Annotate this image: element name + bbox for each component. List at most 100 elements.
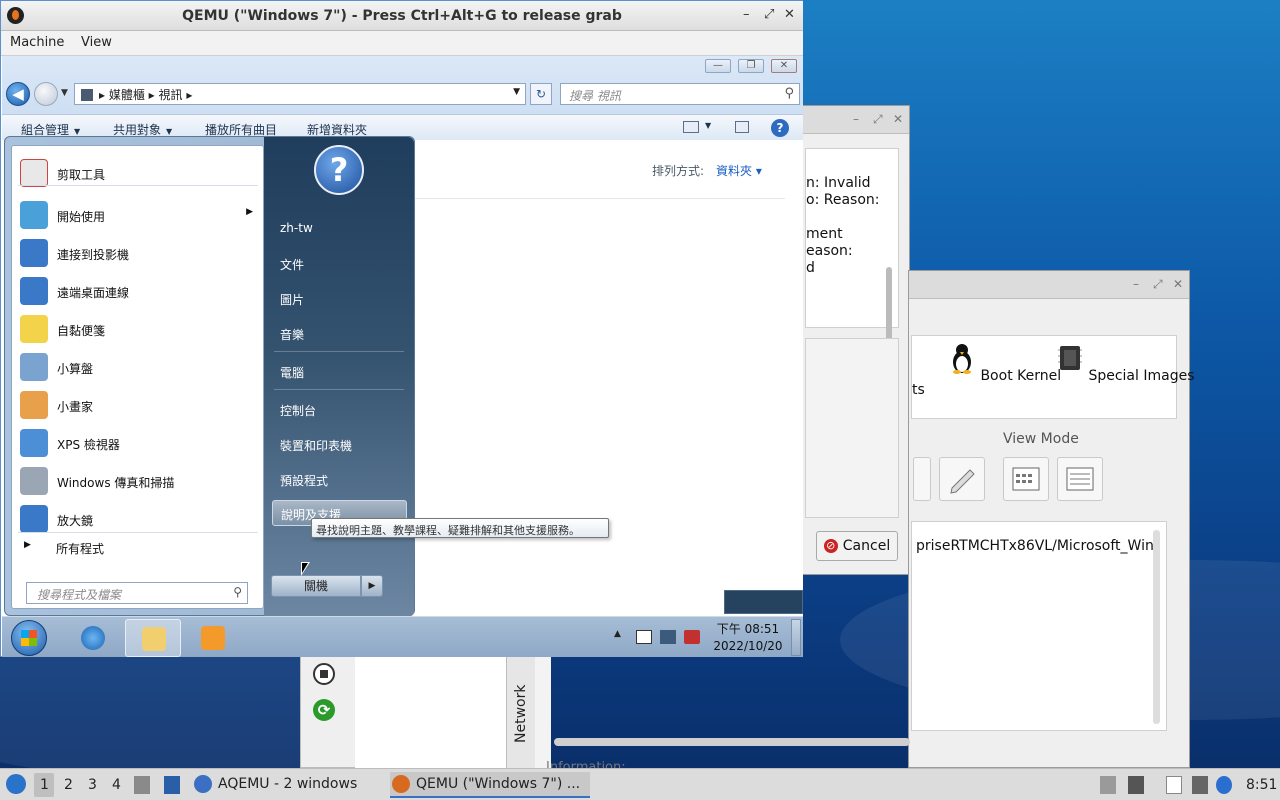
- place-documents[interactable]: 文件: [280, 256, 304, 273]
- refresh-button[interactable]: ↻: [530, 83, 552, 105]
- maximize-button[interactable]: ⤢: [873, 112, 883, 127]
- refresh-icon[interactable]: ⟳: [313, 699, 335, 721]
- settings-button[interactable]: [913, 457, 931, 501]
- tile-special-images[interactable]: Special Images: [1056, 342, 1195, 384]
- shutdown-button[interactable]: 關機: [271, 575, 361, 597]
- application-menu-icon[interactable]: [6, 774, 26, 794]
- taskbar-internet-explorer[interactable]: [65, 619, 121, 657]
- close-button[interactable]: ✕: [1173, 277, 1183, 291]
- folder-icon: [142, 627, 166, 651]
- horizontal-scrollbar[interactable]: [554, 738, 910, 746]
- program-fax-scan[interactable]: Windows 傳真和掃描: [12, 464, 263, 498]
- guest-minimize-button[interactable]: —: [705, 59, 731, 73]
- display-icon[interactable]: [1192, 776, 1208, 794]
- guest-restore-button[interactable]: ❐: [738, 59, 764, 73]
- language-bar[interactable]: [724, 590, 803, 614]
- minimize-button[interactable]: –: [743, 7, 750, 22]
- cancel-button[interactable]: ⊘ Cancel: [816, 531, 898, 561]
- place-music[interactable]: 音樂: [280, 326, 304, 343]
- file-manager-icon[interactable]: [134, 776, 150, 794]
- forward-button[interactable]: [34, 82, 58, 106]
- guest-screen[interactable]: — ❐ ✕ ◀ ▼ ▸ 媒體櫃 ▸ 視訊 ▸ ▼ ↻ 搜尋 視訊 ⚲ 組合管理 ▼…: [2, 56, 803, 657]
- show-desktop-icon[interactable]: [164, 776, 180, 794]
- workspace-1[interactable]: 1: [40, 777, 49, 793]
- program-xps-viewer[interactable]: XPS 檢視器: [12, 426, 263, 460]
- windows-start-button[interactable]: [11, 620, 47, 656]
- tile-partial[interactable]: ts: [912, 382, 925, 398]
- program-magnifier[interactable]: 放大鏡: [12, 502, 263, 536]
- program-sticky-notes[interactable]: 自黏便箋: [12, 312, 263, 346]
- program-remote-desktop[interactable]: 遠端桌面連線: [12, 274, 263, 308]
- view-options-dropdown[interactable]: ▼: [705, 121, 711, 130]
- guest-clock[interactable]: 下午 08:51 2022/10/20: [710, 621, 786, 655]
- address-dropdown[interactable]: ▼: [513, 87, 520, 97]
- host-clock[interactable]: 8:51: [1246, 777, 1277, 793]
- help-icon[interactable]: ?: [771, 119, 789, 137]
- error-text: n: Invalid o: Reason: ment eason: d: [806, 175, 880, 276]
- path-scrollbar[interactable]: [1153, 530, 1160, 724]
- menu-machine[interactable]: Machine: [10, 35, 64, 50]
- volume-icon[interactable]: [1128, 776, 1144, 794]
- show-hidden-icons[interactable]: ▲: [614, 629, 621, 639]
- place-pictures[interactable]: 圖片: [280, 291, 304, 308]
- info-icon[interactable]: [1216, 776, 1232, 794]
- start-search-input[interactable]: 搜尋程式及檔案 ⚲: [26, 582, 248, 604]
- taskbar-explorer[interactable]: [125, 619, 181, 657]
- user-picture-icon[interactable]: ?: [314, 145, 364, 195]
- minimize-button[interactable]: –: [853, 112, 859, 126]
- taskbar-media-player[interactable]: [185, 619, 241, 657]
- workspace-2[interactable]: 2: [64, 777, 73, 793]
- pencil-icon: [950, 469, 975, 494]
- shutdown-options-button[interactable]: ▶: [361, 575, 383, 597]
- qemu-titlebar[interactable]: QEMU ("Windows 7") - Press Ctrl+Alt+G to…: [1, 1, 803, 31]
- program-connect-projector[interactable]: 連接到投影機: [12, 236, 263, 270]
- list-view-button[interactable]: [1057, 457, 1103, 501]
- task-qemu[interactable]: QEMU ("Windows 7") ...: [390, 772, 590, 798]
- program-calculator[interactable]: 小算盤: [12, 350, 263, 384]
- place-devices-printers[interactable]: 裝置和印表機: [280, 437, 352, 454]
- program-getting-started[interactable]: 開始使用 ▶: [12, 198, 263, 232]
- task-aqemu[interactable]: AQEMU - 2 windows: [192, 772, 382, 798]
- host-taskbar: 1 2 3 4 AQEMU - 2 windows QEMU ("Windows…: [0, 768, 1280, 800]
- action-center-flag-icon[interactable]: [636, 630, 652, 644]
- volume-muted-icon[interactable]: [684, 630, 700, 644]
- search-icon[interactable]: ⚲: [784, 86, 794, 101]
- stop-icon[interactable]: [313, 663, 335, 685]
- history-dropdown[interactable]: ▼: [61, 88, 68, 98]
- dialog-titlebar: – ⤢ ✕: [803, 106, 909, 134]
- close-button[interactable]: ✕: [784, 7, 795, 22]
- eject-icon[interactable]: [1100, 776, 1116, 794]
- back-button[interactable]: ◀: [6, 82, 30, 106]
- network-icon[interactable]: [660, 630, 676, 644]
- icon-view-button[interactable]: [1003, 457, 1049, 501]
- search-input[interactable]: 搜尋 視訊 ⚲: [560, 83, 800, 105]
- explorer-content[interactable]: [413, 140, 803, 620]
- edit-button[interactable]: [939, 457, 985, 501]
- place-user[interactable]: zh-tw: [280, 221, 313, 235]
- maximize-button[interactable]: ⤢: [1153, 277, 1163, 292]
- address-bar[interactable]: ▸ 媒體櫃 ▸ 視訊 ▸ ▼: [74, 83, 526, 105]
- place-default-programs[interactable]: 預設程式: [280, 472, 328, 489]
- show-desktop-button[interactable]: [791, 619, 801, 656]
- tile-boot-kernel[interactable]: Boot Kernel: [948, 342, 1061, 384]
- program-paint[interactable]: 小畫家: [12, 388, 263, 422]
- clipboard-icon[interactable]: [1166, 776, 1182, 794]
- address-part[interactable]: 視訊: [159, 88, 183, 102]
- explorer-toolbar: — ❐ ✕ ◀ ▼ ▸ 媒體櫃 ▸ 視訊 ▸ ▼ ↻ 搜尋 視訊 ⚲ 組合管理 ▼…: [2, 56, 803, 140]
- sort-dropdown[interactable]: 資料夾 ▾: [716, 162, 762, 179]
- search-icon[interactable]: ⚲: [233, 585, 242, 599]
- guest-close-button[interactable]: ✕: [771, 59, 797, 73]
- expand-arrow-icon: ▶: [24, 540, 31, 550]
- address-part[interactable]: 媒體櫃: [109, 88, 145, 102]
- preview-pane-icon[interactable]: [735, 121, 749, 133]
- menu-view[interactable]: View: [81, 35, 112, 50]
- all-programs-button[interactable]: ▶ 所有程式: [12, 536, 263, 560]
- workspace-3[interactable]: 3: [88, 777, 97, 793]
- workspace-4[interactable]: 4: [112, 777, 121, 793]
- view-options-icon[interactable]: [683, 121, 699, 133]
- minimize-button[interactable]: –: [1133, 277, 1139, 291]
- place-control-panel[interactable]: 控制台: [280, 402, 316, 419]
- place-computer[interactable]: 電腦: [280, 364, 304, 381]
- maximize-button[interactable]: ⤢: [764, 7, 774, 22]
- close-button[interactable]: ✕: [893, 112, 903, 126]
